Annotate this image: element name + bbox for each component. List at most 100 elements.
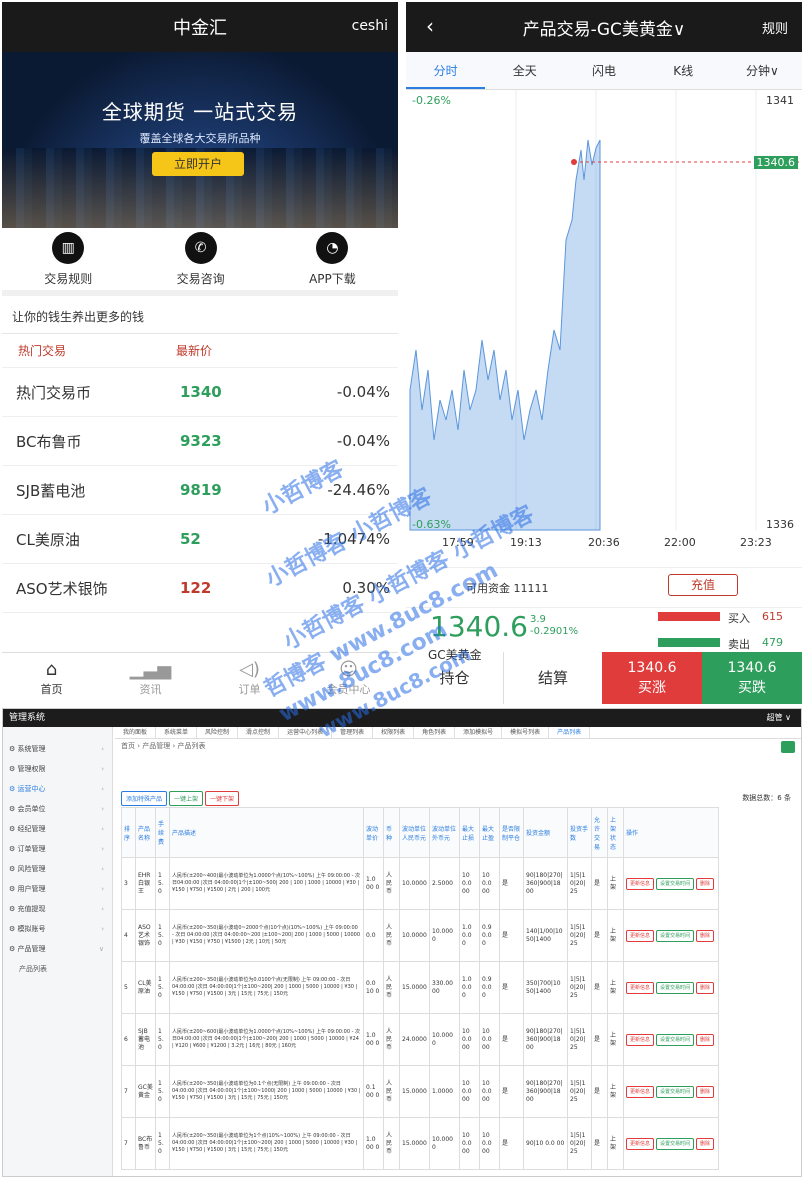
edit-button[interactable]: 更新信息 — [626, 929, 655, 942]
admin-tab[interactable]: 添加模拟号 — [455, 727, 503, 738]
sidebar-item-product[interactable]: ⚙ 产品管理 ∨ — [3, 939, 112, 959]
set-trade-time-button[interactable]: 设置交易时间 — [656, 1085, 695, 1098]
buy-up-button[interactable]: 1340.6 买涨 — [602, 652, 702, 704]
admin-tab[interactable]: 产品列表 — [549, 727, 591, 738]
col-invest[interactable]: 投资金额 — [523, 807, 568, 858]
positions-button[interactable]: 持仓 — [406, 652, 504, 704]
rules-link[interactable]: 规则 — [762, 18, 788, 37]
tab-minute[interactable]: 分钟∨ — [723, 52, 802, 89]
set-trade-time-button[interactable]: 设置交易时间 — [656, 981, 695, 994]
back-icon[interactable]: ‹ — [426, 14, 434, 38]
buy-down-button[interactable]: 1340.6 买跌 — [702, 652, 802, 704]
bulk-unlist-button[interactable]: 一键下架 — [205, 791, 240, 806]
refresh-icon[interactable] — [781, 741, 795, 753]
delete-button[interactable]: 删除 — [696, 929, 715, 942]
col-status[interactable]: 上架状态 — [607, 807, 624, 858]
tab-timeshare[interactable]: 分时 — [406, 52, 486, 89]
cell-sl: 10 0.0 00 — [459, 1117, 480, 1170]
admin-tab[interactable]: 风险控制 — [197, 727, 239, 738]
admin-tab[interactable]: 系统菜单 — [156, 727, 198, 738]
col-limit[interactable]: 是否限制平仓 — [499, 807, 524, 858]
open-account-button[interactable]: 立即开户 — [152, 152, 244, 176]
col-sort[interactable]: 排序 — [121, 807, 136, 858]
tab-fullday[interactable]: 全天 — [485, 52, 564, 89]
col-allow[interactable]: 允许交易 — [591, 807, 608, 858]
sidebar-item-deposit[interactable]: ⚙ 充值提现 › — [3, 899, 112, 919]
market-row[interactable]: ASO艺术银饰 122 0.30% — [2, 564, 398, 613]
sidebar-item-orders[interactable]: ⚙ 订单管理 › — [3, 839, 112, 859]
edit-button[interactable]: 更新信息 — [626, 1137, 655, 1150]
col-desc[interactable]: 产品描述 — [169, 807, 364, 858]
edit-button[interactable]: 更新信息 — [626, 877, 655, 890]
promo-banner[interactable]: 全球期货 一站式交易 覆盖全球各大交易所品种 立即开户 — [2, 52, 398, 228]
sidebar-item-risk[interactable]: ⚙ 风险管理 › — [3, 859, 112, 879]
price-chart[interactable]: -0.26% 1341 1340.6 1336 -0.63% 17:59 19:… — [406, 90, 802, 568]
delete-button[interactable]: 删除 — [696, 1085, 715, 1098]
sidebar-item-permission[interactable]: ⚙ 管理权限 › — [3, 759, 112, 779]
edit-button[interactable]: 更新信息 — [626, 1085, 655, 1098]
tab-lightning[interactable]: 闪电 — [564, 52, 643, 89]
set-trade-time-button[interactable]: 设置交易时间 — [656, 1033, 695, 1046]
edit-button[interactable]: 更新信息 — [626, 981, 655, 994]
admin-user-menu[interactable]: 超管 ∨ — [767, 709, 791, 727]
chevron-icon: › — [101, 925, 104, 933]
sidebar-item-label: 充值提现 — [17, 905, 46, 913]
cell-status: 上架 — [607, 857, 624, 910]
set-trade-time-button[interactable]: 设置交易时间 — [656, 877, 695, 890]
settlement-button[interactable]: 结算 — [504, 652, 602, 704]
col-lots[interactable]: 投资手数 — [567, 807, 592, 858]
delete-button[interactable]: 删除 — [696, 877, 715, 890]
set-trade-time-button[interactable]: 设置交易时间 — [656, 1137, 695, 1150]
delete-button[interactable]: 删除 — [696, 1033, 715, 1046]
col-stoploss[interactable]: 最大止损 — [459, 807, 480, 858]
col-takeprofit[interactable]: 最大止盈 — [479, 807, 500, 858]
quick-link-app-download[interactable]: ◔ APP下载 — [309, 231, 356, 287]
col-fee[interactable]: 手续费 — [155, 807, 170, 858]
bulk-list-button[interactable]: 一键上架 — [169, 791, 204, 806]
col-fx[interactable]: 波动单位外币元 — [429, 807, 460, 858]
sidebar-item-users[interactable]: ⚙ 用户管理 › — [3, 879, 112, 899]
market-row[interactable]: 热门交易币 1340 -0.04% — [2, 368, 398, 417]
sidebar-item-system[interactable]: ⚙ 系统管理 › — [3, 739, 112, 759]
admin-tab[interactable]: 权限列表 — [373, 727, 415, 738]
sidebar-item-operations[interactable]: ⚙ 运营中心 › — [3, 779, 112, 799]
tab-member[interactable]: ☺ 会员中心 — [299, 653, 398, 704]
edit-button[interactable]: 更新信息 — [626, 1033, 655, 1046]
tab-home[interactable]: ⌂ 首页 — [2, 653, 101, 704]
tab-orders[interactable]: ◁) 订单 — [200, 653, 299, 704]
delete-button[interactable]: 删除 — [696, 981, 715, 994]
username[interactable]: ceshi — [352, 18, 388, 34]
buy-down-label: 买跌 — [738, 680, 766, 696]
sidebar-item-broker[interactable]: ⚙ 经纪管理 › — [3, 819, 112, 839]
sidebar-item-member[interactable]: ⚙ 会员单位 › — [3, 799, 112, 819]
delete-button[interactable]: 删除 — [696, 1137, 715, 1150]
admin-tab[interactable]: 运营中心列表 — [279, 727, 333, 738]
col-currency[interactable]: 币种 — [383, 807, 400, 858]
tab-kline[interactable]: K线 — [644, 52, 723, 89]
sidebar-item-demo[interactable]: ⚙ 模拟账号 › — [3, 919, 112, 939]
col-name[interactable]: 产品名称 — [135, 807, 156, 858]
admin-tab[interactable]: 管理列表 — [332, 727, 374, 738]
cell-invest: 90|180|270| 360|900|18 00 — [523, 1065, 568, 1118]
market-row[interactable]: SJB蓄电池 9819 -24.46% — [2, 466, 398, 515]
market-row[interactable]: BC布鲁币 9323 -0.04% — [2, 417, 398, 466]
quick-link-rules[interactable]: ▥ 交易规则 — [44, 231, 92, 287]
admin-tab[interactable]: 滑点控制 — [238, 727, 280, 738]
cell-lots: 1|5|1 0|20| 25 — [567, 909, 592, 962]
tab-news[interactable]: ▁▃▅ 资讯 — [101, 653, 200, 704]
market-row[interactable]: CL美原油 52 -1.0474% — [2, 515, 398, 564]
recharge-button[interactable]: 充值 — [668, 574, 738, 596]
admin-tab[interactable]: 模拟号列表 — [502, 727, 550, 738]
set-trade-time-button[interactable]: 设置交易时间 — [656, 929, 695, 942]
cell-tp: 10 0.0 00 — [479, 1013, 500, 1066]
add-special-product-button[interactable]: 添加特殊产品 — [121, 791, 168, 806]
product-selector[interactable]: 产品交易-GC美黄金∨ — [523, 15, 686, 40]
col-rmb[interactable]: 波动单位人民币元 — [399, 807, 430, 858]
admin-tab[interactable]: 角色列表 — [414, 727, 456, 738]
col-unit[interactable]: 波动单价 — [363, 807, 384, 858]
y-low-label: 1336 — [766, 518, 794, 531]
sidebar-item-product-list[interactable]: 产品列表 — [3, 959, 112, 979]
quick-link-consult[interactable]: ✆ 交易咨询 — [177, 231, 225, 287]
market-header: 热门交易 最新价 — [2, 334, 398, 368]
admin-tab[interactable]: 我的面板 — [115, 727, 157, 738]
